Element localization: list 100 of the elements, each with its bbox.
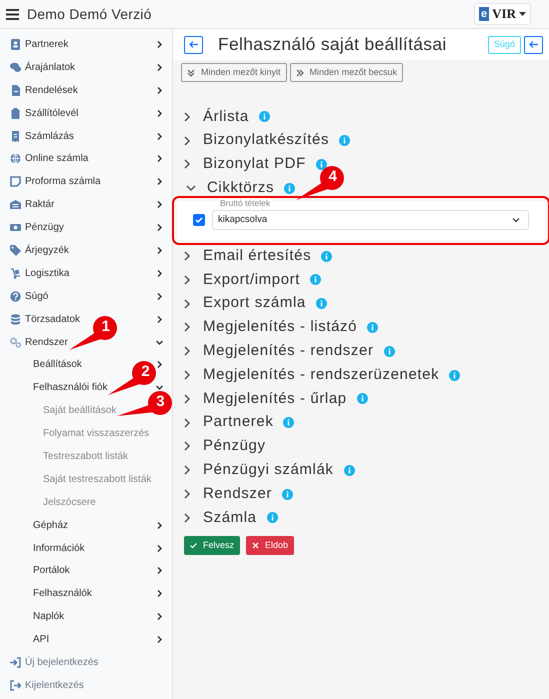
- section-title[interactable]: Cikktörzs: [207, 177, 274, 200]
- chat-icon: [10, 62, 21, 73]
- back-arrow-icon: [528, 39, 540, 50]
- section-title[interactable]: Megjelenítés - űrlap: [203, 388, 347, 410]
- back-button[interactable]: [184, 36, 203, 54]
- double-chevron-down-icon: [187, 68, 195, 76]
- chevron-right-icon[interactable]: [155, 566, 164, 576]
- sidebar-item[interactable]: Árjegyzék: [25, 242, 69, 258]
- collapse-all-button[interactable]: Minden mezőt becsuk: [290, 63, 404, 82]
- money-icon: [10, 222, 21, 234]
- receipt-icon: [10, 130, 21, 142]
- sidebar-item[interactable]: Árajánlatok: [25, 60, 76, 75]
- clipboard-icon: [10, 108, 21, 119]
- sidebar-item[interactable]: Rendszer: [25, 334, 68, 350]
- chevron-right-icon[interactable]: [155, 200, 164, 210]
- chevron-right-icon[interactable]: [155, 132, 164, 140]
- chevron-right-icon[interactable]: [155, 635, 164, 644]
- back-button[interactable]: [524, 36, 543, 54]
- sidebar-item[interactable]: Online számla: [25, 151, 88, 166]
- chevron-right-icon[interactable]: [155, 360, 164, 370]
- section-title[interactable]: Megjelenítés - listázó: [203, 316, 358, 339]
- section-title[interactable]: Pénzügyi számlák: [203, 459, 334, 482]
- chevron-right-icon[interactable]: [155, 177, 164, 186]
- question-icon: [10, 290, 21, 302]
- section-title[interactable]: Rendszer: [203, 482, 272, 506]
- sidebar-item[interactable]: Új bejelentkezés: [25, 654, 98, 670]
- contact-card-icon: [10, 38, 21, 50]
- section-title[interactable]: Megjelenítés - rendszer: [203, 340, 374, 363]
- chevron-right-icon[interactable]: [155, 520, 164, 530]
- sidebar-item[interactable]: Kijelentkezés: [25, 678, 84, 693]
- sidebar-item[interactable]: Partnerek: [25, 36, 68, 52]
- field-label: Bruttó tételek: [218, 198, 272, 208]
- expand-all-button[interactable]: Minden mezőt kinyit: [181, 63, 287, 82]
- chevron-right-icon[interactable]: [155, 589, 164, 598]
- chevron-right-icon[interactable]: [155, 223, 164, 232]
- discard-button[interactable]: Eldob: [246, 536, 294, 555]
- chevron-right-icon[interactable]: [155, 62, 164, 72]
- callout-badge: 3: [116, 390, 174, 418]
- sidebar-item[interactable]: Törzsadatok: [25, 312, 80, 327]
- back-arrow-icon: [188, 39, 200, 50]
- sidebar-item[interactable]: Beállítások: [33, 357, 82, 372]
- page-title: Felhasználó saját beállításai: [218, 34, 447, 55]
- chevron-down-icon[interactable]: [155, 338, 164, 347]
- database-icon: [10, 314, 21, 325]
- sidebar-item[interactable]: Logisztika: [25, 266, 70, 281]
- warehouse-icon: [10, 199, 21, 210]
- gears-icon: [10, 336, 21, 348]
- chevron-right-icon[interactable]: [155, 40, 164, 49]
- sidebar-item[interactable]: Proforma számla: [25, 174, 101, 190]
- checkbox[interactable]: [193, 214, 205, 226]
- section-title[interactable]: Export számla: [203, 292, 306, 315]
- sidebar-item[interactable]: Számlázás: [25, 128, 74, 144]
- menu-icon: [6, 8, 19, 20]
- sidebar-item[interactable]: Súgó: [25, 288, 48, 304]
- note-icon: [10, 176, 21, 188]
- check-icon: [195, 216, 203, 224]
- chevron-right-icon[interactable]: [155, 268, 164, 278]
- caret-icon: [519, 12, 526, 16]
- sidebar-item[interactable]: Pénzügy: [25, 220, 64, 236]
- sidebar-item[interactable]: Szállítólevél: [25, 106, 78, 121]
- app-title: Demo Demó Verzió: [27, 4, 152, 24]
- sidebar-item[interactable]: API: [33, 632, 50, 648]
- account-menu-button[interactable]: e VIR: [474, 3, 531, 25]
- chevron-right-icon[interactable]: [155, 154, 164, 164]
- section-title[interactable]: Bizonylatkészítés: [203, 129, 330, 152]
- chevron-down-icon: [512, 216, 520, 224]
- sidebar-item[interactable]: Felhasználói fiók: [33, 380, 108, 396]
- select-field[interactable]: kikapcsolva: [212, 210, 529, 230]
- section-title[interactable]: Email értesítés: [203, 244, 312, 268]
- close-icon: [252, 542, 260, 549]
- tag-icon: [10, 244, 21, 256]
- sidebar-item[interactable]: Rendelések: [25, 82, 78, 98]
- chevron-right-icon[interactable]: [155, 612, 164, 622]
- hand-truck-icon: [10, 268, 21, 279]
- check-icon: [190, 542, 197, 549]
- chevron-right-icon[interactable]: [155, 292, 164, 301]
- sidebar-item[interactable]: Felhasználók: [33, 586, 92, 602]
- sidebar-item[interactable]: Naplók: [33, 609, 64, 624]
- section-title[interactable]: Megjelenítés - rendszerüzenetek: [203, 364, 440, 386]
- sidebar-item[interactable]: Raktár: [25, 197, 54, 212]
- sidebar-item[interactable]: Gépház: [33, 518, 68, 533]
- globe-icon: [10, 153, 21, 164]
- logout-icon: [10, 680, 21, 691]
- section-title[interactable]: Export/import: [203, 268, 300, 292]
- section-title[interactable]: Pénzügy: [203, 435, 266, 458]
- section-title[interactable]: Partnerek: [203, 411, 274, 434]
- sidebar-item[interactable]: Portálok: [33, 563, 70, 578]
- section-title[interactable]: Számla: [203, 506, 257, 530]
- chevron-right-icon[interactable]: [155, 314, 164, 324]
- double-chevron-right-icon: [296, 68, 304, 76]
- document-icon: [10, 84, 21, 96]
- chevron-right-icon[interactable]: [155, 246, 164, 255]
- login-icon: [10, 656, 21, 668]
- section-title[interactable]: Árlista: [203, 106, 249, 128]
- save-button[interactable]: Felvesz: [184, 536, 240, 555]
- chevron-down-icon[interactable]: [155, 383, 164, 392]
- chevron-right-icon[interactable]: [155, 108, 164, 118]
- sidebar-item[interactable]: Információk: [33, 540, 85, 556]
- chevron-right-icon[interactable]: [155, 544, 164, 553]
- chevron-right-icon[interactable]: [155, 86, 164, 95]
